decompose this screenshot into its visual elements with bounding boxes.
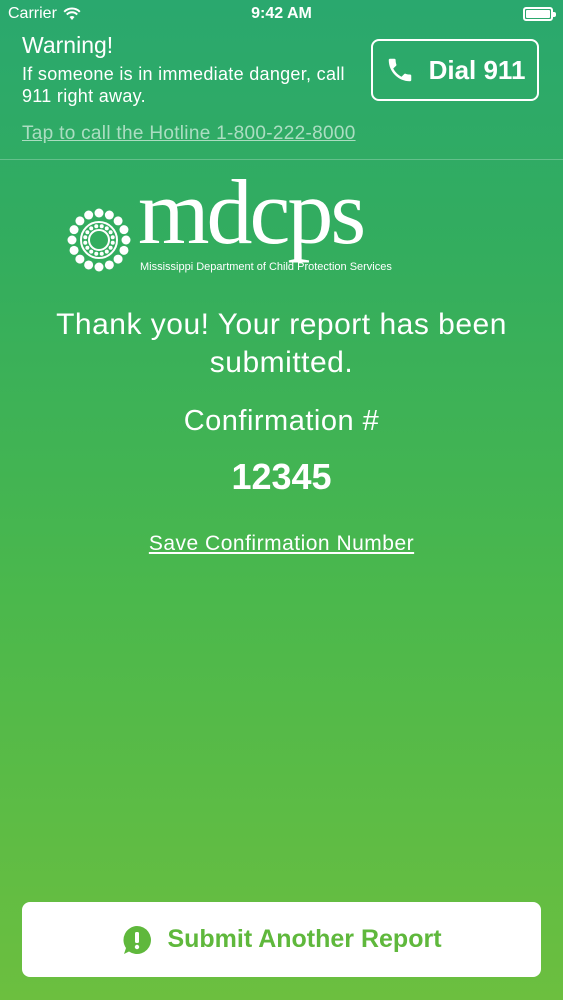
battery-fill — [526, 10, 550, 18]
warning-title: Warning! — [22, 32, 114, 58]
battery-icon — [523, 7, 556, 21]
submit-another-report-button[interactable]: Submit Another Report — [22, 902, 541, 977]
logo-wordmark: mdcps — [138, 161, 366, 263]
header-divider — [0, 159, 563, 160]
dial-911-label: Dial 911 — [428, 54, 526, 85]
mdcps-logo: mdcps Mississippi Department of Child Pr… — [60, 166, 510, 288]
status-time: 9:42 AM — [251, 5, 312, 22]
hotline-link[interactable]: Tap to call the Hotline 1-800-222-8000 — [22, 123, 356, 145]
confirmation-number: 12345 — [231, 456, 332, 497]
submit-another-label: Submit Another Report — [167, 925, 442, 953]
save-confirmation-link[interactable]: Save Confirmation Number — [0, 532, 563, 556]
dial-911-button[interactable]: Dial 911 — [371, 39, 539, 101]
exclamation-bubble-icon — [123, 925, 152, 954]
status-bar: Carrier 9:42 AM — [0, 0, 563, 30]
confirmation-label: Confirmation # — [183, 405, 380, 437]
warning-text: If someone is in immediate danger, call … — [22, 64, 345, 106]
sunburst-logo-icon — [67, 208, 131, 272]
logo-subtitle: Mississippi Department of Child Protecti… — [140, 261, 392, 273]
warning-section: Warning! If someone is in immediate dang… — [22, 32, 352, 107]
thank-you-message: Thank you! Your report has been submitte… — [56, 308, 507, 379]
phone-icon — [388, 58, 411, 82]
